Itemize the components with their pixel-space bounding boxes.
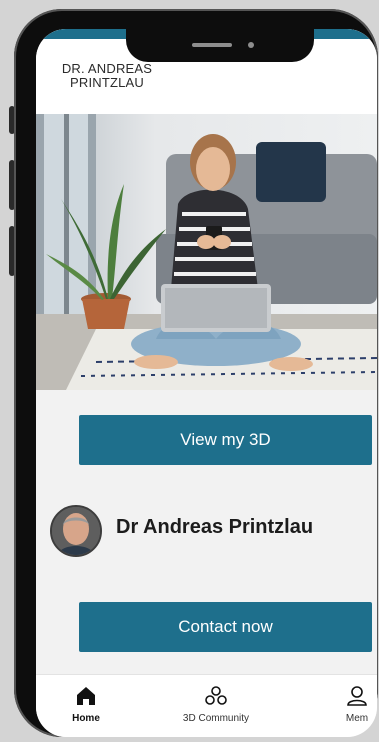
- contact-now-button[interactable]: Contact now: [79, 602, 372, 652]
- profile-icon: [347, 686, 367, 706]
- logo-line-2: PRINTZLAU: [69, 75, 145, 90]
- doctor-avatar[interactable]: [50, 505, 102, 557]
- app-screen: DR. ANDREAS PRINTZLAU View my 3D Dr Andr…: [36, 29, 377, 737]
- hero-image: [36, 114, 377, 390]
- home-icon: [77, 687, 95, 705]
- tab-home[interactable]: Home: [64, 685, 108, 724]
- community-icon: [205, 686, 227, 705]
- logo-line-1: DR. ANDREAS: [61, 61, 153, 76]
- doctor-profile-row[interactable]: Dr Andreas Printzlau: [50, 505, 377, 557]
- avatar-portrait: [52, 507, 100, 555]
- speaker-grille: [192, 43, 232, 47]
- front-camera: [248, 42, 254, 48]
- phone-notch: [126, 29, 314, 62]
- hero-photo-illustration: [36, 114, 377, 390]
- bottom-tab-bar: Home 3D Community Mem: [36, 674, 377, 737]
- tab-3d-community-label: 3D Community: [182, 713, 250, 724]
- view-my-3d-button[interactable]: View my 3D: [79, 415, 372, 465]
- brand-logo[interactable]: DR. ANDREAS PRINTZLAU: [52, 62, 162, 90]
- tab-3d-community[interactable]: 3D Community: [171, 685, 261, 724]
- phone-frame: DR. ANDREAS PRINTZLAU View my 3D Dr Andr…: [14, 9, 378, 737]
- tab-member[interactable]: Mem: [332, 685, 377, 724]
- tab-member-label: Mem: [345, 713, 369, 724]
- tab-home-label: Home: [72, 713, 100, 724]
- doctor-name: Dr Andreas Printzlau: [116, 516, 314, 538]
